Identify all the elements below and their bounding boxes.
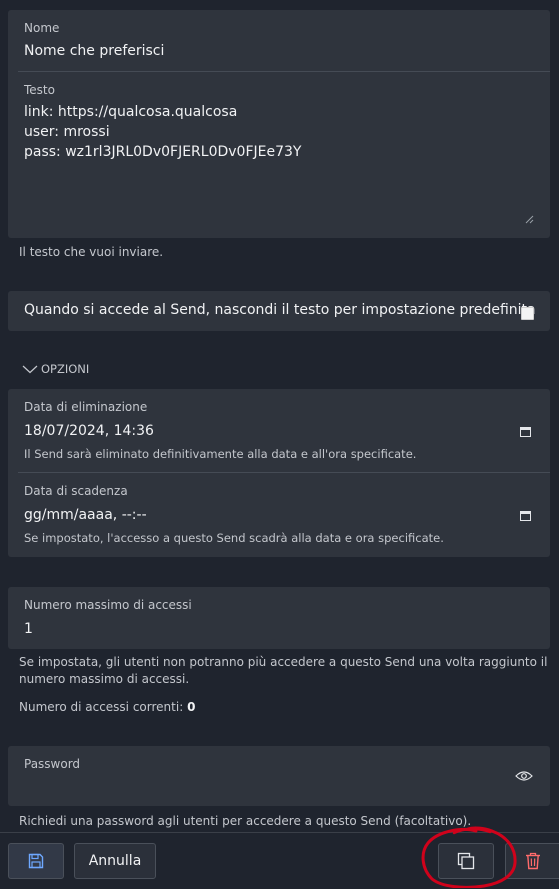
hide-text-label: Quando si accede al Send, nascondi il te… bbox=[24, 302, 536, 318]
divider bbox=[18, 472, 550, 473]
deletion-date-input[interactable]: 18/07/2024, 14:36 bbox=[24, 423, 154, 439]
password-help: Richiedi una password agli utenti per ac… bbox=[19, 814, 471, 828]
name-input[interactable]: Nome che preferisci bbox=[24, 43, 164, 59]
text-help: Il testo che vuoi inviare. bbox=[19, 245, 163, 259]
name-label: Nome bbox=[24, 21, 59, 35]
current-access-value: 0 bbox=[187, 700, 195, 714]
chevron-down-icon bbox=[22, 364, 38, 374]
save-button[interactable] bbox=[8, 843, 64, 879]
eye-icon[interactable] bbox=[515, 770, 533, 782]
annotation-circle bbox=[418, 823, 520, 888]
save-icon bbox=[28, 853, 44, 869]
divider bbox=[18, 71, 550, 72]
text-line: link: https://qualcosa.qualcosa bbox=[24, 104, 237, 120]
options-label: OPZIONI bbox=[41, 362, 89, 376]
trash-icon bbox=[525, 852, 541, 870]
max-access-help: Se impostata, gli utenti non potranno pi… bbox=[19, 655, 547, 669]
hide-text-checkbox[interactable] bbox=[521, 307, 534, 320]
current-access-count: Numero di accessi correnti: 0 bbox=[19, 700, 195, 714]
calendar-icon[interactable] bbox=[520, 510, 531, 521]
expiration-date-help: Se impostato, l'accesso a questo Send sc… bbox=[24, 531, 444, 545]
password-label: Password bbox=[24, 757, 80, 771]
cancel-button[interactable]: Annulla bbox=[74, 843, 156, 879]
text-label: Testo bbox=[24, 83, 55, 97]
text-textarea[interactable]: link: https://qualcosa.qualcosa user: mr… bbox=[24, 104, 534, 224]
cancel-label: Annulla bbox=[89, 853, 142, 869]
deletion-date-label: Data di eliminazione bbox=[24, 400, 147, 414]
deletion-date-help: Il Send sarà eliminato definitivamente a… bbox=[24, 447, 416, 461]
hide-text-row[interactable]: Quando si accede al Send, nascondi il te… bbox=[8, 291, 550, 331]
max-access-input[interactable]: 1 bbox=[24, 621, 33, 637]
text-line: pass: wz1rl3JRL0Dv0FJERL0Dv0FJEe73Y bbox=[24, 144, 301, 160]
text-line: user: mrossi bbox=[24, 124, 110, 140]
name-text-card: Nome Nome che preferisci Testo link: htt… bbox=[8, 10, 550, 238]
dates-card: Data di eliminazione 18/07/2024, 14:36 I… bbox=[8, 389, 550, 557]
calendar-icon[interactable] bbox=[520, 426, 531, 437]
password-card: Password bbox=[8, 746, 550, 806]
expiration-date-input[interactable]: gg/mm/aaaa, --:-- bbox=[24, 507, 147, 523]
current-access-label: Numero di accessi correnti: bbox=[19, 700, 183, 714]
expiration-date-label: Data di scadenza bbox=[24, 484, 128, 498]
password-input[interactable] bbox=[24, 776, 504, 796]
max-access-help: numero massimo di accessi. bbox=[19, 672, 189, 686]
max-access-label: Numero massimo di accessi bbox=[24, 598, 192, 612]
resize-handle-icon[interactable] bbox=[525, 215, 534, 224]
options-toggle[interactable]: OPZIONI bbox=[22, 362, 89, 376]
max-access-card: Numero massimo di accessi 1 bbox=[8, 587, 550, 649]
